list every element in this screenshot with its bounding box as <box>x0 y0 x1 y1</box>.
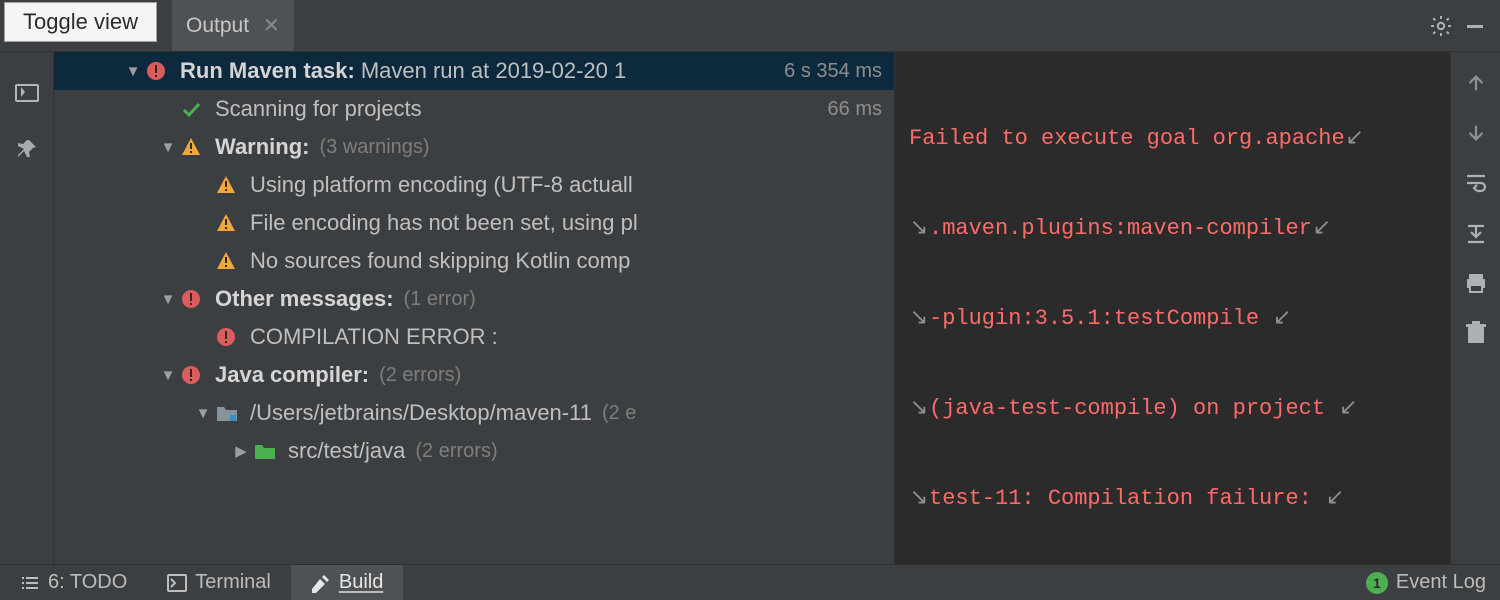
minimize-icon[interactable] <box>1458 0 1492 51</box>
wrap-indicator-icon: ↙ <box>1338 394 1358 424</box>
close-icon[interactable]: ✕ <box>263 13 280 38</box>
gear-icon[interactable] <box>1424 0 1458 51</box>
tool-window-event-log[interactable]: 1 Event Log <box>1346 565 1500 600</box>
wrap-indicator-icon: ↙ <box>1312 214 1332 244</box>
tree-item-warning[interactable]: File encoding has not been set, using pl <box>54 204 894 242</box>
tree-label: Java compiler: <box>215 362 369 388</box>
count-label: (2 e <box>602 402 636 425</box>
count-label: (3 warnings) <box>320 136 430 159</box>
console-line: Failed to execute goal org.apache↙ <box>909 124 1440 154</box>
tool-window-terminal[interactable]: Terminal <box>147 565 291 600</box>
tab-label: Output <box>186 14 249 38</box>
console-line: ↘-plugin:3.5.1:testCompile ↙ <box>909 304 1440 334</box>
chevron-down-icon[interactable] <box>124 63 142 80</box>
build-tree: Run Maven task: Maven run at 2019-02-20 … <box>54 52 894 564</box>
warning-icon <box>216 213 242 233</box>
arrow-down-icon[interactable] <box>1461 118 1491 148</box>
right-toolbar <box>1450 54 1500 564</box>
tree-item-src-folder[interactable]: src/test/java (2 errors) <box>54 432 894 470</box>
pin-icon[interactable] <box>12 134 42 164</box>
duration-label: 66 ms <box>828 98 882 121</box>
wrap-indicator-icon: ↘ <box>909 304 929 334</box>
count-label: (1 error) <box>404 288 476 311</box>
tree-label: File encoding has not been set, using pl <box>250 210 638 236</box>
console-line: ↘.maven.plugins:maven-compiler↙ <box>909 214 1440 244</box>
tooltip-toggle-view: Toggle view <box>4 2 157 42</box>
status-bar: 6: TODO Terminal Build 1 Event Log <box>0 564 1500 600</box>
tree-group-warnings[interactable]: Warning: (3 warnings) <box>54 128 894 166</box>
count-label: (2 errors) <box>415 440 497 463</box>
console-line: ↘test-11: Compilation failure: ↙ <box>909 484 1440 514</box>
wrap-indicator-icon: ↘ <box>909 394 929 424</box>
warning-icon <box>216 175 242 195</box>
tree-label: /Users/jetbrains/Desktop/maven-11 <box>250 400 592 426</box>
left-toolbar <box>0 54 54 564</box>
folder-icon <box>216 404 242 422</box>
error-icon <box>146 61 172 81</box>
wrap-indicator-icon: ↙ <box>1325 484 1345 514</box>
status-label: Event Log <box>1396 571 1486 594</box>
wrap-indicator-icon: ↘ <box>909 484 929 514</box>
tree-label: Using platform encoding (UTF-8 actuall <box>250 172 633 198</box>
warning-icon <box>216 251 242 271</box>
tree-label: Scanning for projects <box>215 96 422 122</box>
chevron-right-icon[interactable] <box>232 442 250 460</box>
status-label: 6: TODO <box>48 571 127 594</box>
tab-build-output[interactable]: Output ✕ <box>172 0 294 51</box>
error-icon <box>181 365 207 385</box>
tree-item-folder[interactable]: /Users/jetbrains/Desktop/maven-11 (2 e <box>54 394 894 432</box>
status-label: Terminal <box>195 571 271 594</box>
check-icon <box>181 99 207 119</box>
duration-label: 6 s 354 ms <box>784 60 882 83</box>
tree-label: src/test/java <box>288 438 405 464</box>
tree-group-java-compiler[interactable]: Java compiler: (2 errors) <box>54 356 894 394</box>
error-icon <box>216 327 242 347</box>
tree-root-run-maven[interactable]: Run Maven task: Maven run at 2019-02-20 … <box>54 52 894 90</box>
arrow-up-icon[interactable] <box>1461 68 1491 98</box>
tree-item-scanning[interactable]: Scanning for projects 66 ms <box>54 90 894 128</box>
scroll-to-end-icon[interactable] <box>1461 218 1491 248</box>
notification-badge: 1 <box>1366 572 1388 594</box>
chevron-down-icon[interactable] <box>159 367 177 384</box>
tree-label: Warning: <box>215 134 310 160</box>
tree-item-warning[interactable]: Using platform encoding (UTF-8 actuall <box>54 166 894 204</box>
soft-wrap-icon[interactable] <box>1461 168 1491 198</box>
wrap-indicator-icon: ↙ <box>1272 304 1292 334</box>
tree-item-error[interactable]: COMPILATION ERROR : <box>54 318 894 356</box>
toggle-view-icon[interactable] <box>12 80 42 110</box>
main-split: Run Maven task: Maven run at 2019-02-20 … <box>54 52 1450 564</box>
chevron-down-icon[interactable] <box>159 291 177 308</box>
count-label: (2 errors) <box>379 364 461 387</box>
wrap-indicator-icon: ↘ <box>909 214 929 244</box>
tree-group-other[interactable]: Other messages: (1 error) <box>54 280 894 318</box>
tree-label: Run Maven task: <box>180 58 355 84</box>
chevron-down-icon[interactable] <box>194 405 212 422</box>
tool-window-build[interactable]: Build <box>291 565 403 600</box>
console-line: ↘(java-test-compile) on project ↙ <box>909 394 1440 424</box>
trash-icon[interactable] <box>1461 318 1491 348</box>
tool-window-todo[interactable]: 6: TODO <box>0 565 147 600</box>
tree-item-warning[interactable]: No sources found skipping Kotlin comp <box>54 242 894 280</box>
panel-tab-bar: Output ✕ <box>0 0 1500 52</box>
chevron-down-icon[interactable] <box>159 139 177 156</box>
print-icon[interactable] <box>1461 268 1491 298</box>
console-output[interactable]: Failed to execute goal org.apache↙ ↘.mav… <box>894 52 1450 564</box>
tree-label: Other messages: <box>215 286 394 312</box>
tree-label: No sources found skipping Kotlin comp <box>250 248 630 274</box>
tree-label: COMPILATION ERROR : <box>250 324 498 350</box>
error-icon <box>181 289 207 309</box>
warning-icon <box>181 137 207 157</box>
tree-sublabel: Maven run at 2019-02-20 1 <box>361 58 626 84</box>
source-folder-icon <box>254 442 280 460</box>
status-label: Build <box>339 571 383 594</box>
wrap-indicator-icon: ↙ <box>1345 124 1365 154</box>
